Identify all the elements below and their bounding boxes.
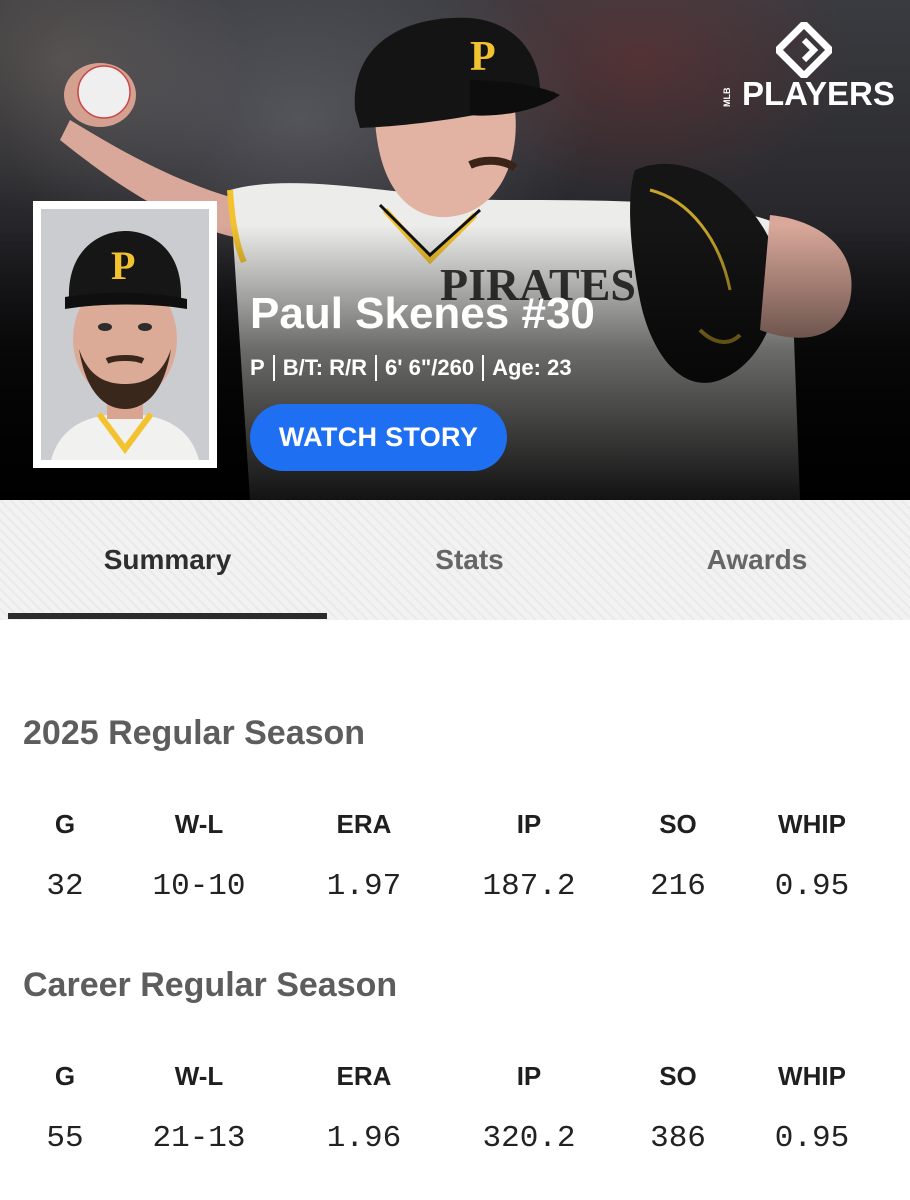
player-bio-line: P B/T: R/R 6' 6"/260 Age: 23 (250, 354, 572, 382)
stat-header-whip: WHIP (778, 1061, 846, 1091)
stat-header-wl: W-L (174, 809, 224, 839)
bio-divider (272, 355, 275, 381)
player-headshot: P (41, 209, 209, 460)
player-headshot-frame: P (33, 201, 217, 468)
stat-value-wl: 10-10 (152, 869, 246, 904)
stat-value-wl: 21-13 (152, 1121, 246, 1156)
active-tab-indicator (8, 613, 327, 619)
player-age: Age: 23 (492, 355, 572, 380)
stat-value-ip: 187.2 (482, 869, 576, 904)
watch-story-button[interactable]: WATCH STORY (250, 404, 507, 471)
tab-awards[interactable]: Awards (612, 500, 902, 620)
stat-value-era: 1.96 (326, 1121, 402, 1156)
bio-divider (375, 355, 378, 381)
cap-logo-letter: P (111, 243, 135, 288)
stat-header-era: ERA (336, 1061, 392, 1091)
stat-header-ip: IP (516, 1061, 542, 1091)
mlb-players-logo[interactable]: MLB PLAYERS (722, 22, 895, 114)
stats-header-row: G W-L ERA IP SO WHIP (0, 809, 910, 849)
tab-summary[interactable]: Summary (8, 500, 327, 620)
section-title-career-regular-season: Career Regular Season (23, 966, 398, 1004)
player-name: Paul Skenes #30 (250, 289, 595, 338)
stats-value-row: 32 10-10 1.97 187.2 216 0.95 (0, 869, 910, 909)
stat-value-ip: 320.2 (482, 1121, 576, 1156)
brand-wordmark: PLAYERS (742, 75, 895, 112)
stat-header-era: ERA (336, 809, 392, 839)
headshot-portrait: P (41, 209, 209, 460)
player-height-weight: 6' 6"/260 (385, 355, 475, 380)
player-position: P (250, 355, 265, 380)
stat-value-whip: 0.95 (774, 869, 850, 904)
stat-header-ip: IP (516, 809, 542, 839)
stat-value-era: 1.97 (326, 869, 402, 904)
profile-tab-bar: Summary Stats Awards (0, 500, 910, 620)
stat-header-whip: WHIP (778, 809, 846, 839)
section-title-2025-regular-season: 2025 Regular Season (23, 714, 366, 752)
brand-sub-label: MLB (722, 87, 732, 107)
players-diamond-icon (776, 22, 832, 78)
player-hero: PIRATES P MLB PLAYERS (0, 0, 910, 500)
bio-divider (482, 355, 485, 381)
stat-header-wl: W-L (174, 1061, 224, 1091)
player-bats-throws: B/T: R/R (282, 355, 368, 380)
tab-stats[interactable]: Stats (327, 500, 612, 620)
stat-value-whip: 0.95 (774, 1121, 850, 1156)
stats-header-row: G W-L ERA IP SO WHIP (0, 1061, 910, 1101)
stats-value-row: 55 21-13 1.96 320.2 386 0.95 (0, 1121, 910, 1161)
